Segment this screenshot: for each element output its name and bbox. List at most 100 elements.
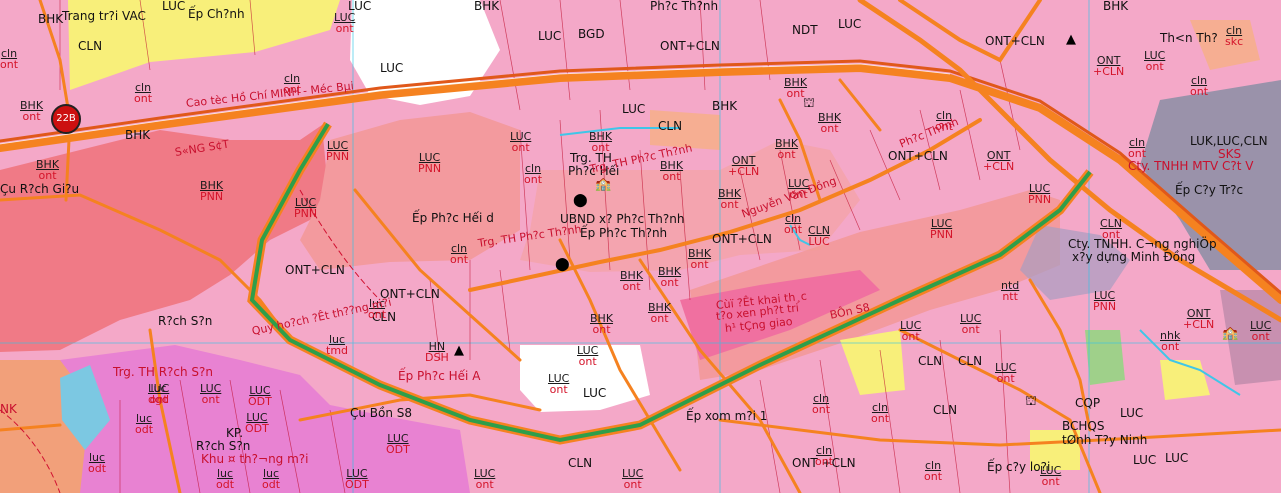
office-icon[interactable]: ⬤: [573, 193, 588, 208]
land-code-bottom: ont: [815, 455, 834, 468]
land-code-bottom: LUC: [808, 235, 830, 248]
land-code-bottom: ont: [996, 372, 1015, 385]
land-code-bottom: ont: [1041, 475, 1060, 488]
place-label-luc-top3: LUC: [838, 17, 862, 31]
land-code-c36: LUC ont: [900, 320, 921, 342]
land-code-bottom: ont: [1161, 340, 1180, 353]
land-code-c2: BHK ont: [36, 159, 59, 181]
land-code-c22: CLN LUC: [808, 225, 830, 247]
place-label-rach-son2: R?ch S?n: [196, 439, 251, 453]
place-label-sks: SKS: [1218, 147, 1242, 161]
land-code-c35: LUC ont: [960, 313, 981, 335]
school-icon-right[interactable]: 🏫: [1222, 326, 1238, 341]
place-label-ont-cln-l: ONT+CLN: [285, 263, 345, 277]
land-code-bottom: odt: [88, 462, 107, 475]
place-label-ont-cln-top: ONT+CLN: [660, 39, 720, 53]
route-badge-22b[interactable]: 22B: [51, 104, 81, 134]
land-code-c66: LUC ODT: [345, 468, 369, 490]
land-code-bottom: +CLN: [728, 165, 760, 178]
land-code-bottom: ont: [134, 92, 153, 105]
zone-green: [1085, 330, 1125, 385]
land-code-c32: CLN ont: [1100, 218, 1122, 240]
place-label-nk: NK: [0, 402, 17, 416]
land-code-c21: cln ont: [784, 213, 802, 235]
place-label-ap-phuoc-thanh: Ếp Ph?c Th?nh: [580, 226, 668, 240]
land-code-bottom: ont: [622, 280, 641, 293]
land-use-map[interactable]: 22B Trang tr?i VAC Ếp Ch?nh BHK LUC LUC BHK Ph…: [0, 0, 1281, 493]
land-code-c31: cln ont: [1128, 137, 1146, 159]
place-label-lo-top: LUC: [162, 0, 186, 13]
land-code-bottom: ont: [812, 403, 831, 416]
place-label-bhk-top2: BHK: [474, 0, 500, 13]
school-icon[interactable]: 🏫: [595, 177, 611, 192]
place-label-trang-trai-vac: Trang tr?i VAC: [62, 9, 146, 23]
land-code-bottom: ont: [22, 110, 41, 123]
land-code-c43: cln ont: [815, 445, 833, 467]
place-label-cln-tl: CLN: [78, 39, 103, 53]
place-label-cau-rach: Çu R?ch Gi?u: [0, 182, 80, 196]
land-code-c29: cln skc: [1225, 25, 1243, 47]
land-code-c60: luc dgd: [148, 383, 169, 405]
land-code-bottom: ont: [450, 253, 469, 266]
place-label-cqp: CQP: [1075, 396, 1101, 410]
land-code-bottom: ont: [38, 169, 57, 182]
land-code-bottom: ont: [578, 355, 597, 368]
land-code-bottom: ont: [901, 330, 920, 343]
land-code-bottom: ODT: [248, 395, 272, 408]
land-code-c68: LUC ODT: [245, 412, 269, 434]
place-label-cln-mid: CLN: [658, 119, 683, 133]
land-code-bottom: tmd: [326, 344, 349, 357]
land-code-bottom: PNN: [326, 150, 350, 163]
land-code-bottom: ont: [591, 141, 610, 154]
land-code-bottom: ont: [650, 312, 669, 325]
land-code-bottom: odt: [216, 478, 235, 491]
land-code-c54: LUC ont: [548, 373, 569, 395]
place-label-bhk-top1: BHK: [38, 12, 64, 26]
place-label-luc-mid: LUC: [622, 102, 646, 116]
place-label-cln-r3: CLN: [958, 354, 983, 368]
place-label-ndt: NDT: [792, 23, 818, 37]
land-code-bottom: ont: [1145, 60, 1164, 73]
place-label-ont-cln-c: ONT+CLN: [712, 232, 772, 246]
church-icon[interactable]: ▲: [1066, 32, 1076, 47]
place-label-ep-cay-truc: Ếp C?y Tr?c: [1175, 183, 1244, 197]
land-code-bottom: ont: [820, 122, 839, 135]
land-code-c39: nhk ont: [1160, 330, 1180, 352]
market-icon[interactable]: ⬤: [555, 257, 570, 272]
land-code-bottom: ont: [549, 383, 568, 396]
land-code-c52: BHK ont: [590, 313, 613, 335]
land-code-c67: luc odt: [216, 468, 234, 490]
place-label-cu-bon: Çu Bồn S8: [350, 406, 413, 420]
land-code-c5: LUC ont: [334, 12, 355, 34]
land-code-c13: BHK ont: [589, 131, 612, 153]
land-code-bottom: +CLN: [1093, 65, 1125, 78]
place-label-ont-cln-top2: ONT+CLN: [985, 34, 1045, 48]
land-code-bottom: PNN: [294, 207, 318, 220]
land-code-bottom: ont: [690, 258, 709, 271]
place-label-bhk-left: BHK: [125, 128, 151, 142]
land-code-bottom: ntt: [1002, 290, 1018, 303]
place-label-luc-w3: LUC: [538, 29, 562, 43]
land-code-c65: LUC ODT: [386, 433, 410, 455]
land-code-bottom: PNN: [1028, 193, 1052, 206]
military-icon[interactable]: ⛫: [1025, 394, 1037, 411]
place-label-luc-r1: LUC: [1133, 453, 1157, 467]
school-icon-left[interactable]: ▲: [454, 343, 464, 358]
place-label-ep-phuoc-hoi: Ếp Ph?c Hếi d: [412, 211, 494, 225]
land-code-bottom: ont: [1190, 85, 1209, 98]
land-code-c46: LUC ont: [622, 468, 643, 490]
land-code-c27: ONT +CLN: [1093, 55, 1124, 77]
land-code-c62: luc odt: [135, 413, 153, 435]
land-code-bottom: ont: [592, 323, 611, 336]
land-code-bottom: +CLN: [983, 160, 1015, 173]
land-code-c58: LUC ont: [200, 383, 221, 405]
land-code-c40: ONT +CLN: [1183, 308, 1214, 330]
temple-icon[interactable]: ⛫: [803, 96, 815, 113]
land-code-bottom: ont: [924, 470, 943, 483]
land-code-bottom: ODT: [386, 443, 410, 456]
land-code-bottom: ont: [784, 223, 803, 236]
land-code-bottom: ont: [0, 58, 19, 71]
land-code-c9: LUC PNN: [294, 197, 317, 219]
land-code-c53: LUC ont: [577, 345, 598, 367]
place-label-rach-son: R?ch S?n: [158, 314, 213, 328]
